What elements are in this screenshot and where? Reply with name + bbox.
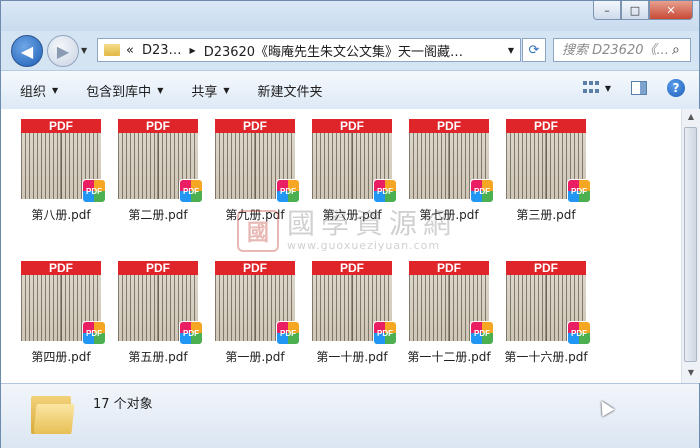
scroll-up-icon[interactable]: ▲ [685,112,697,124]
file-name: 第四册.pdf [31,350,91,364]
file-name: 第二册.pdf [128,208,188,222]
details-pane: 17 个对象 [1,383,699,448]
include-in-library-label: 包含到库中 [86,84,152,100]
search-icon[interactable]: ⌕ [672,42,680,58]
file-name: 第九册.pdf [225,208,285,222]
file-item[interactable]: PDF PDF 第八册.pdf [15,119,107,237]
breadcrumb-item[interactable]: D23… [142,43,182,58]
window-controls: – □ ✕ [593,1,693,20]
pdf-banner: PDF [215,119,295,133]
share-label: 共享 [191,84,218,100]
pdf-app-icon: PDF [276,321,300,345]
file-item[interactable]: PDF PDF 第四册.pdf [15,261,107,379]
include-in-library-button[interactable]: 包含到库中 ▼ [77,78,172,102]
pdf-banner: PDF [506,261,586,275]
new-folder-button[interactable]: 新建文件夹 [249,78,332,102]
pdf-app-icon: PDF [567,321,591,345]
pdf-app-icon: PDF [82,321,106,345]
scroll-down-icon[interactable]: ▼ [685,368,697,380]
pdf-banner: PDF [409,261,489,275]
file-item[interactable]: PDF PDF 第六册.pdf [306,119,398,237]
pdf-app-icon: PDF [470,321,494,345]
pdf-app-icon: PDF [567,179,591,203]
folder-icon [31,392,75,434]
pdf-banner: PDF [118,261,198,275]
item-count: 17 个对象 [93,397,153,412]
breadcrumb-overflow[interactable]: « [126,43,134,58]
minimize-button[interactable]: – [593,1,621,20]
file-name: 第七册.pdf [419,208,479,222]
pdf-banner: PDF [409,119,489,133]
pdf-app-icon: PDF [179,179,203,203]
preview-pane-icon[interactable] [631,81,647,95]
maximize-button[interactable]: □ [621,1,649,20]
file-name: 第一十六册.pdf [504,350,588,364]
file-name: 第五册.pdf [128,350,188,364]
pdf-app-icon: PDF [470,179,494,203]
breadcrumb-current[interactable]: D23620《晦庵先生朱文公文集》天一阁藏… [204,41,463,60]
pdf-app-icon: PDF [276,179,300,203]
pdf-app-icon: PDF [82,179,106,203]
chevron-down-icon: ▼ [223,85,230,95]
forward-button[interactable]: ▶ [47,35,79,67]
file-item[interactable]: PDF PDF 第一十六册.pdf [500,261,592,379]
file-name: 第一十二册.pdf [407,350,491,364]
file-item[interactable]: PDF PDF 第七册.pdf [403,119,495,237]
view-controls: ▼ ? [582,79,685,97]
organize-label: 组织 [20,84,47,100]
chevron-down-icon: ▼ [157,85,164,95]
pdf-banner: PDF [312,119,392,133]
address-row: ◀ ▶ ▼ « D23… ▶ D23620《晦庵先生朱文公文集》天一阁藏… ▼ … [1,32,699,70]
pdf-banner: PDF [312,261,392,275]
close-button[interactable]: ✕ [649,1,693,20]
command-bar: 组织 ▼ 包含到库中 ▼ 共享 ▼ 新建文件夹 ▼ ? [1,70,699,110]
view-options-dropdown-icon[interactable]: ▼ [605,84,611,93]
file-item[interactable]: PDF PDF 第一十二册.pdf [403,261,495,379]
help-icon[interactable]: ? [667,79,685,97]
pdf-banner: PDF [21,119,101,133]
file-name: 第一十册.pdf [316,350,388,364]
new-folder-label: 新建文件夹 [257,84,323,100]
file-item[interactable]: PDF PDF 第五册.pdf [112,261,204,379]
address-bar[interactable]: « D23… ▶ D23620《晦庵先生朱文公文集》天一阁藏… ▼ [97,38,521,62]
pdf-banner: PDF [215,261,295,275]
chevron-down-icon: ▼ [52,85,59,95]
explorer-window: – □ ✕ ◀ ▶ ▼ « D23… ▶ D23620《晦庵先生朱文公文集》天一… [0,0,700,448]
file-item[interactable]: PDF PDF 第一十册.pdf [306,261,398,379]
file-name: 第八册.pdf [31,208,91,222]
address-dropdown-icon[interactable]: ▼ [508,46,514,55]
file-item[interactable]: PDF PDF 第三册.pdf [500,119,592,237]
refresh-button[interactable]: ⟳ [522,38,546,62]
pdf-banner: PDF [21,261,101,275]
folder-icon [104,44,120,56]
pdf-app-icon: PDF [373,321,397,345]
file-item[interactable]: PDF PDF 第二册.pdf [112,119,204,237]
recent-pages-dropdown-icon[interactable]: ▼ [81,46,87,55]
pdf-banner: PDF [118,119,198,133]
breadcrumb-separator-icon[interactable]: ▶ [190,46,196,55]
share-button[interactable]: 共享 ▼ [182,78,238,102]
search-box[interactable]: ⌕ [553,38,691,62]
organize-button[interactable]: 组织 ▼ [11,78,67,102]
file-item[interactable]: PDF PDF 第一册.pdf [209,261,301,379]
file-list: PDF PDF 第八册.pdf PDF PDF 第二册.pdf PDF PDF … [1,109,681,383]
vertical-scrollbar[interactable]: ▲ ▼ [681,109,700,383]
file-item[interactable]: PDF PDF 第九册.pdf [209,119,301,237]
file-name: 第三册.pdf [516,208,576,222]
file-name: 第一册.pdf [225,350,285,364]
back-button[interactable]: ◀ [11,35,43,67]
pdf-banner: PDF [506,119,586,133]
pdf-app-icon: PDF [373,179,397,203]
search-input[interactable] [562,42,670,58]
file-name: 第六册.pdf [322,208,382,222]
pdf-app-icon: PDF [179,321,203,345]
change-view-icon[interactable] [582,81,599,95]
title-bar: – □ ✕ [1,1,699,31]
scrollbar-thumb[interactable] [684,127,697,362]
